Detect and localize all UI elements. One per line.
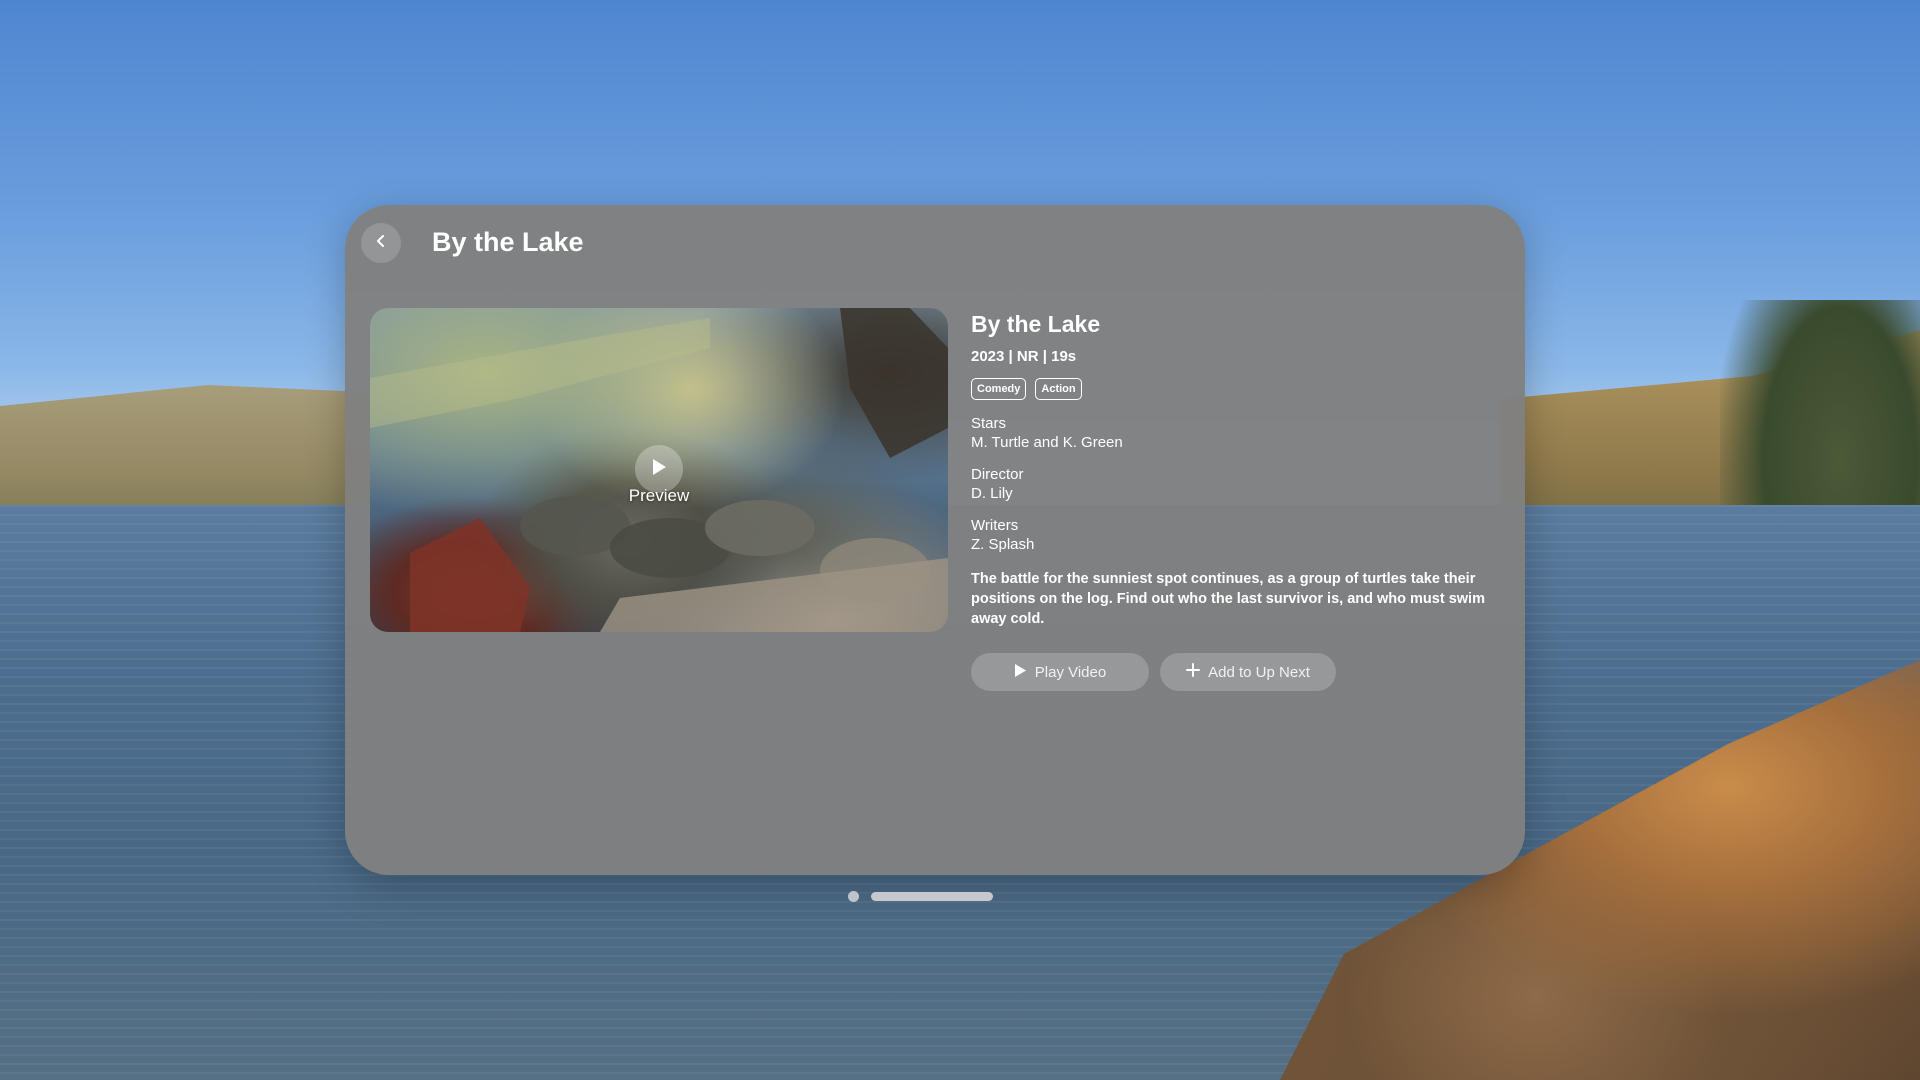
stars-label: Stars — [971, 415, 1007, 432]
chevron-left-icon — [374, 234, 388, 253]
back-button[interactable] — [361, 223, 401, 263]
genre-tag: Action — [1035, 378, 1082, 400]
add-to-up-next-label: Add to Up Next — [1208, 663, 1310, 681]
stars-value: M. Turtle and K. Green — [971, 434, 1123, 451]
movie-meta: 2023 | NR | 19s — [971, 348, 1077, 365]
play-icon — [651, 458, 667, 481]
play-video-label: Play Video — [1034, 663, 1107, 681]
preview-label: Preview — [628, 486, 690, 505]
director-label: Director — [971, 466, 1024, 483]
detail-window: By the Lake Preview By the Lake 2023 | N… — [345, 205, 1525, 875]
genre-tag: Comedy — [971, 378, 1027, 400]
director-value: D. Lily — [971, 485, 1013, 502]
preview-video[interactable]: Preview — [370, 308, 948, 632]
movie-title: By the Lake — [971, 311, 1101, 337]
genre-tags: Comedy Action — [971, 378, 1511, 400]
close-dot[interactable] — [848, 891, 859, 902]
writers-label: Writers — [971, 517, 1019, 534]
play-icon — [1014, 663, 1027, 682]
writers-value: Z. Splash — [971, 536, 1035, 553]
details-panel: By the Lake 2023 | NR | 19s Comedy Actio… — [971, 308, 1511, 691]
action-buttons: Play Video Add to Up Next — [971, 653, 1511, 691]
page-title: By the Lake — [432, 227, 584, 257]
play-video-button[interactable]: Play Video — [971, 653, 1149, 691]
add-to-up-next-button[interactable]: Add to Up Next — [1160, 653, 1336, 691]
window-controls — [848, 891, 993, 902]
window-grab-bar[interactable] — [871, 892, 993, 901]
description: The battle for the sunniest spot continu… — [971, 571, 1485, 627]
plus-icon — [1186, 663, 1201, 681]
